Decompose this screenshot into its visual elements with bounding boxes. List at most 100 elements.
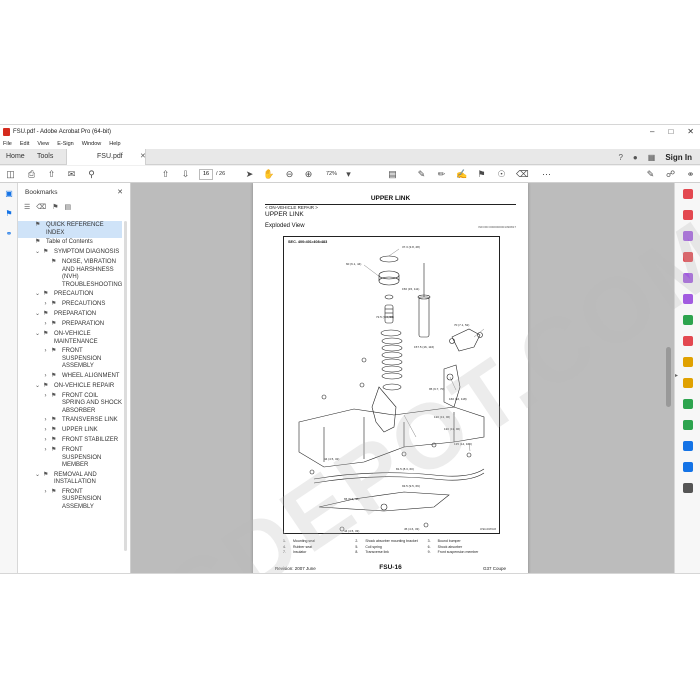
bookmark-item[interactable]: › ⚑ FRONT STABILIZER	[18, 436, 122, 446]
chevron-down-icon[interactable]: ⌄	[34, 249, 41, 257]
save-icon[interactable]: ◫	[5, 169, 16, 180]
help-icon[interactable]: ?	[618, 153, 622, 162]
next-page-icon[interactable]: ⇩	[180, 169, 191, 180]
chevron-down-icon[interactable]: ⌄	[34, 311, 41, 319]
notifications-icon[interactable]: ●	[633, 153, 638, 162]
tab-home[interactable]: Home	[6, 149, 25, 165]
maximize-icon[interactable]: □	[668, 125, 673, 138]
page-thumbnails-icon[interactable]: ▣	[4, 189, 14, 199]
print-icon[interactable]: ⎙	[26, 169, 37, 180]
delete-bookmark-icon[interactable]: ⌫	[36, 203, 46, 211]
bookmark-item[interactable]: ⌄ ⚑ PRECAUTION	[18, 290, 122, 300]
previous-page-icon[interactable]: ⇧	[160, 169, 171, 180]
bookmark-item[interactable]: ⌄ ⚑ PREPARATION	[18, 310, 122, 320]
menu-window[interactable]: Window	[82, 141, 102, 147]
protect-shield-icon[interactable]	[683, 462, 693, 472]
bookmark-item[interactable]: › ⚑ FRONT SUSPENSION ASSEMBLY	[18, 347, 122, 372]
expand-bookmark-icon[interactable]: ▤	[64, 203, 71, 211]
combine-files-icon[interactable]	[683, 315, 693, 325]
chevron-down-icon[interactable]: ⌄	[34, 291, 41, 299]
email-icon[interactable]: ✉	[66, 169, 77, 180]
sign-in-button[interactable]: Sign In	[665, 153, 692, 162]
menu-view[interactable]: View	[37, 141, 49, 147]
compress-icon[interactable]	[683, 420, 693, 430]
send-sign-icon[interactable]	[683, 357, 693, 367]
tab-document[interactable]: FSU.pdf	[66, 149, 146, 165]
chevron-right-icon[interactable]: ›	[42, 393, 49, 401]
share-link-icon[interactable]: ⚭	[685, 169, 696, 180]
zoom-out-icon[interactable]: ⊖	[284, 169, 295, 180]
apps-grid-icon[interactable]: ▦	[648, 153, 656, 162]
chevron-down-icon[interactable]: ⌄	[34, 472, 41, 480]
bookmarks-icon[interactable]: ⚑	[4, 209, 14, 219]
bookmark-item[interactable]: ⚑ NOISE, VIBRATION AND HARSHNESS (NVH) TR…	[18, 258, 122, 290]
close-tab-icon[interactable]: ✕	[140, 149, 146, 165]
document-viewport[interactable]: UPPER LINK < ON-VEHICLE REPAIR > UPPER L…	[131, 183, 674, 573]
bookmark-item[interactable]: › ⚑ UPPER LINK	[18, 426, 122, 436]
bookmark-item[interactable]: ⚑ Table of Contents	[18, 238, 122, 248]
chevron-right-icon[interactable]: ›	[42, 417, 49, 425]
collapse-rail-icon[interactable]: ▸	[675, 372, 678, 379]
attach-icon[interactable]: ☉	[496, 169, 507, 180]
bookmark-item[interactable]: › ⚑ PREPARATION	[18, 320, 122, 330]
bookmark-item[interactable]: › ⚑ TRANSVERSE LINK	[18, 416, 122, 426]
bookmark-item[interactable]: ⚑ QUICK REFERENCE INDEX	[18, 221, 122, 238]
stamp-icon[interactable]: ⚑	[476, 169, 487, 180]
comment-tool-icon[interactable]	[683, 273, 693, 283]
bookmark-item[interactable]: ⌄ ⚑ ON-VEHICLE REPAIR	[18, 382, 122, 392]
bookmarks-scrollbar[interactable]	[124, 221, 127, 551]
highlight-icon[interactable]: ✏	[436, 169, 447, 180]
chevron-right-icon[interactable]: ›	[42, 301, 49, 309]
scroll-mode-icon[interactable]: ▤	[387, 169, 398, 180]
create-pdf-icon[interactable]	[683, 231, 693, 241]
protect-icon[interactable]	[683, 399, 693, 409]
document-scrollbar-thumb[interactable]	[666, 347, 671, 407]
chevron-right-icon[interactable]: ›	[42, 437, 49, 445]
delete-icon[interactable]: ⌫	[516, 169, 529, 180]
menu-edit[interactable]: Edit	[20, 141, 29, 147]
select-tool-icon[interactable]: ➤	[244, 169, 255, 180]
attachments-icon[interactable]: ⚭	[4, 229, 14, 239]
chevron-right-icon[interactable]: ›	[42, 447, 49, 455]
chevron-right-icon[interactable]: ›	[42, 489, 49, 497]
draw-icon[interactable]: ✍	[456, 169, 467, 180]
bookmark-item[interactable]: ⌄ ⚑ SYMPTOM DIAGNOSIS	[18, 248, 122, 258]
bookmark-item[interactable]: › ⚑ PRECAUTIONS	[18, 300, 122, 310]
bookmark-item[interactable]: ⌄ ⚑ REMOVAL AND INSTALLATION	[18, 471, 122, 488]
chevron-right-icon[interactable]: ›	[42, 321, 49, 329]
more-tools-rail-icon[interactable]	[683, 483, 693, 493]
document-scrollbar[interactable]	[666, 187, 671, 571]
chevron-right-icon[interactable]: ›	[42, 427, 49, 435]
organize-pages-icon[interactable]	[683, 294, 693, 304]
bookmark-item[interactable]: › ⚑ FRONT SUSPENSION MEMBER	[18, 446, 122, 471]
chevron-down-icon[interactable]: ⌄	[34, 383, 41, 391]
minimize-icon[interactable]: –	[650, 125, 654, 138]
scan-ocr-icon[interactable]	[683, 441, 693, 451]
export-pdf-icon[interactable]	[683, 210, 693, 220]
menu-file[interactable]: File	[3, 141, 12, 147]
tab-tools[interactable]: Tools	[37, 149, 53, 165]
more-tools-icon[interactable]: ⋯	[541, 169, 552, 180]
bookmark-options-icon[interactable]: ☰	[24, 203, 30, 211]
menu-esign[interactable]: E-Sign	[57, 141, 74, 147]
bookmark-item[interactable]: › ⚑ FRONT COIL SPRING AND SHOCK ABSORBER	[18, 392, 123, 417]
fill-sign-icon[interactable]	[683, 336, 693, 346]
page-number-input[interactable]: 16	[199, 169, 213, 180]
bookmark-item[interactable]: ⌄ ⚑ ON-VEHICLE MAINTENANCE	[18, 330, 122, 347]
zoom-in-icon[interactable]: ⊕	[303, 169, 314, 180]
chevron-right-icon[interactable]: ›	[42, 348, 49, 356]
bookmark-item[interactable]: › ⚑ FRONT SUSPENSION ASSEMBLY	[18, 488, 122, 513]
close-panel-icon[interactable]: ✕	[117, 188, 123, 196]
chevron-down-icon[interactable]: ⌄	[34, 331, 41, 339]
edit-pdf-icon[interactable]	[683, 252, 693, 262]
hand-tool-icon[interactable]: ✋	[263, 169, 274, 180]
new-bookmark-icon[interactable]: ⚑	[52, 203, 58, 211]
bookmark-item[interactable]: › ⚑ WHEEL ALIGNMENT	[18, 372, 122, 382]
upload-icon[interactable]: ⇧	[46, 169, 57, 180]
close-window-icon[interactable]: ✕	[687, 125, 694, 138]
search-icon[interactable]: ⚲	[86, 169, 97, 180]
zoom-dropdown-chevron-icon[interactable]: ▾	[343, 169, 354, 180]
menu-help[interactable]: Help	[109, 141, 120, 147]
comment-icon[interactable]: ✎	[416, 169, 427, 180]
chevron-right-icon[interactable]: ›	[42, 373, 49, 381]
